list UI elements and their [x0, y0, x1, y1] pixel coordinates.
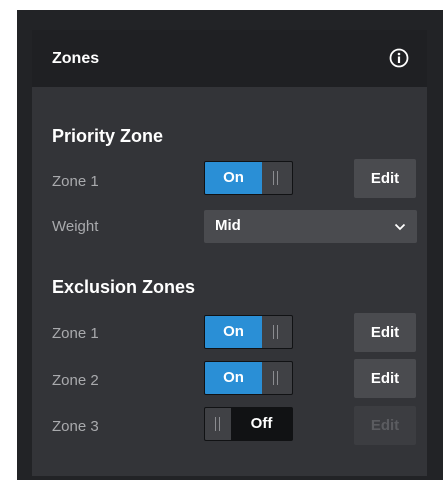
weight-select-value: Mid: [215, 217, 241, 234]
toggle-on-label: On: [205, 162, 262, 194]
info-icon[interactable]: [389, 48, 409, 68]
exclusion-zone-3-label: Zone 3: [52, 418, 99, 435]
exclusion-zone-2-edit-button[interactable]: Edit: [354, 359, 416, 398]
exclusion-zone-3-toggle[interactable]: Off: [204, 407, 293, 441]
exclusion-zones-heading: Exclusion Zones: [52, 277, 196, 297]
zones-panel: Zones Priority Zone Zone 1 On Edit Weigh…: [32, 30, 427, 476]
exclusion-zone-3-edit-button: Edit: [354, 406, 416, 445]
priority-zone-1-label: Zone 1: [52, 173, 99, 190]
priority-zone-heading: Priority Zone: [52, 126, 164, 146]
priority-zone-1-edit-button[interactable]: Edit: [354, 159, 416, 198]
exclusion-zone-2-label: Zone 2: [52, 372, 99, 389]
weight-label: Weight: [52, 218, 99, 235]
weight-select[interactable]: Mid: [204, 210, 417, 243]
chevron-down-icon: [394, 222, 406, 232]
panel-header: Zones: [32, 30, 427, 87]
toggle-grip-icon: [215, 417, 220, 431]
toggle-grip-icon: [273, 171, 278, 185]
toggle-on-label: On: [205, 316, 262, 348]
app-frame: Zones Priority Zone Zone 1 On Edit Weigh…: [17, 10, 443, 480]
panel-title: Zones: [52, 50, 100, 67]
exclusion-zone-1-edit-button[interactable]: Edit: [354, 313, 416, 352]
toggle-off-label: Off: [250, 415, 273, 432]
toggle-grip-icon: [273, 325, 278, 339]
exclusion-zone-1-label: Zone 1: [52, 325, 99, 342]
exclusion-zone-1-toggle[interactable]: On: [204, 315, 293, 349]
priority-zone-1-toggle[interactable]: On: [204, 161, 293, 195]
exclusion-zone-2-toggle[interactable]: On: [204, 361, 293, 395]
toggle-on-label: On: [205, 362, 262, 394]
toggle-grip-area: [205, 408, 231, 440]
toggle-grip-icon: [273, 371, 278, 385]
